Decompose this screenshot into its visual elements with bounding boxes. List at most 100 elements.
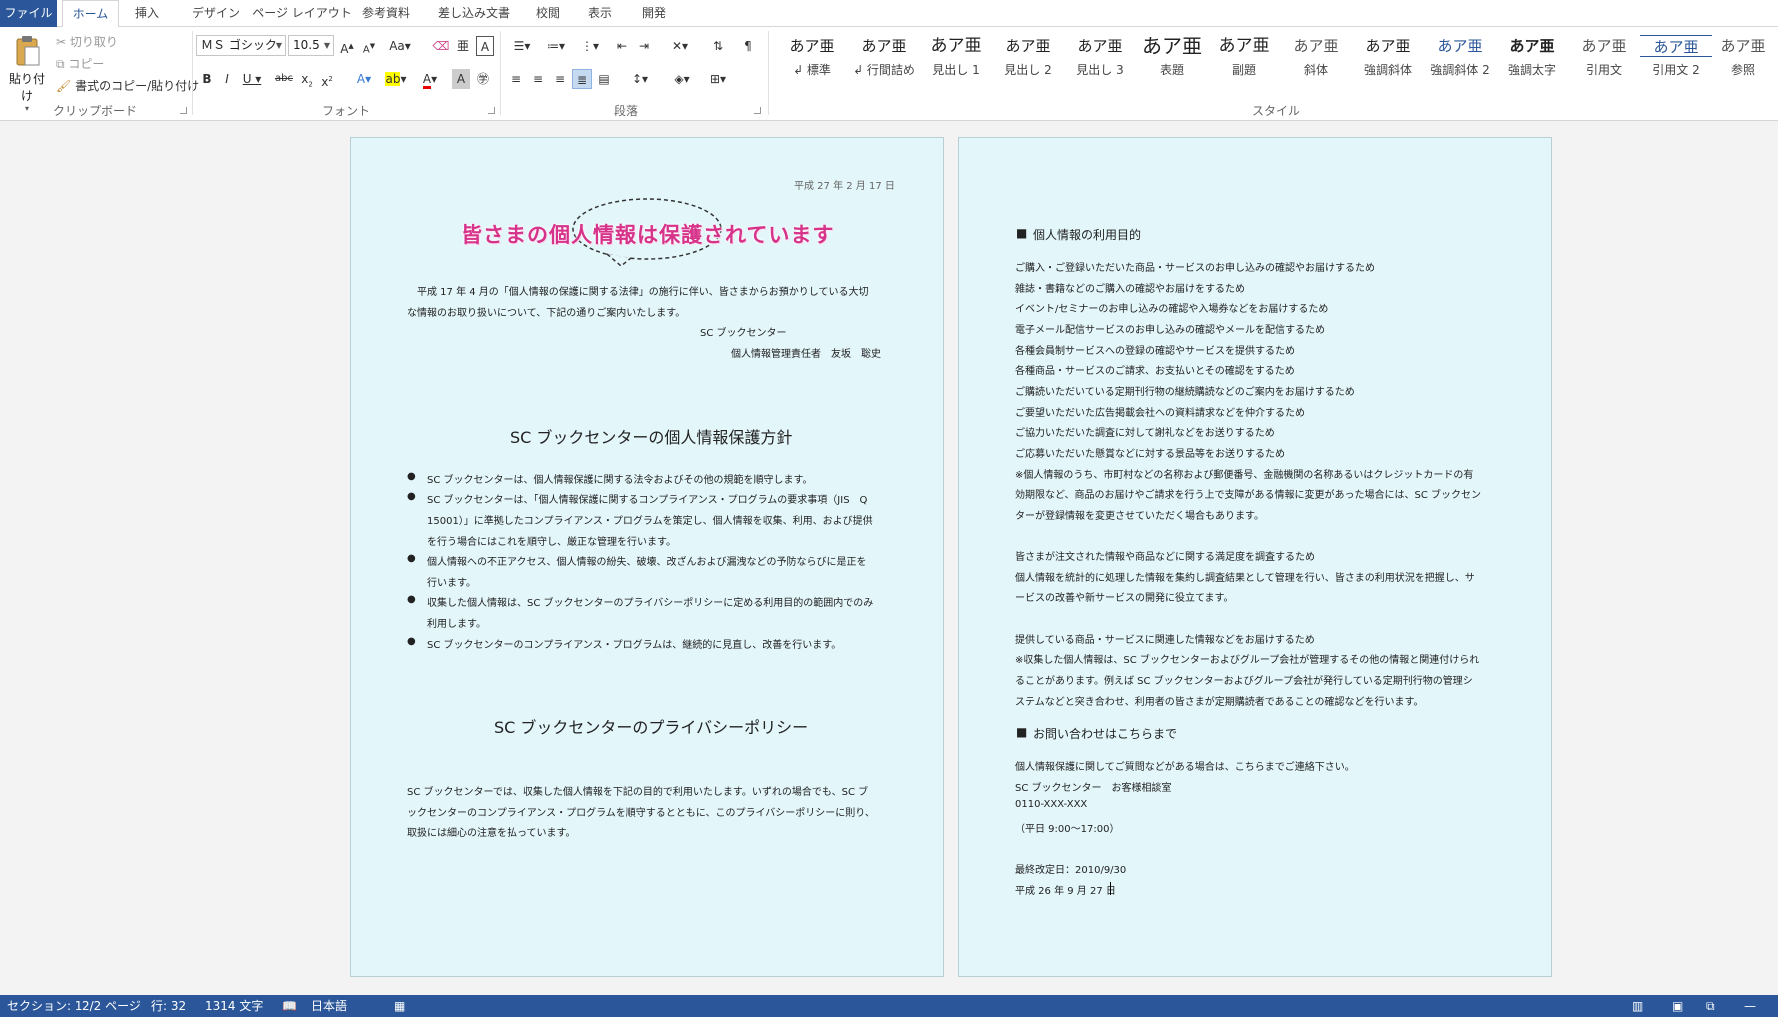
superscript-icon[interactable]: x2 — [318, 69, 336, 89]
style-sample: あア亜 — [1509, 37, 1555, 55]
policy-bullet: SC ブックセンターは、個人情報保護に関する法令およびその他の規範を順守します。 — [427, 475, 813, 486]
proofing-icon[interactable]: 📖 — [282, 995, 297, 1017]
policy-bullet: 個人情報への不正アクセス、個人情報の紛失、破壊、改ざんおよび漏洩などの予防ならび… — [427, 557, 867, 568]
status-language[interactable]: 日本語 — [311, 995, 347, 1017]
align-center-icon[interactable]: ≡ — [528, 69, 548, 89]
style-quote[interactable]: あア亜 引用文 — [1568, 29, 1640, 87]
style-intense-emphasis-1[interactable]: あア亜 強調斜体 — [1352, 29, 1424, 87]
font-name-combo[interactable]: ＭＳ ゴシック ▼ — [196, 35, 286, 56]
char-border-icon[interactable]: A — [476, 36, 494, 56]
subscript-icon[interactable]: x2 — [298, 69, 316, 89]
purpose-line: ※個人情報のうち、市町村などの名称および郵便番号、金融機関の名称あるいはクレジッ… — [1015, 470, 1474, 481]
style-name: 表題 — [1159, 63, 1184, 77]
bullet-dot: ● — [407, 636, 416, 647]
justify-icon[interactable]: ≣ — [572, 69, 592, 89]
style-intense-emphasis-2[interactable]: あア亜 強調斜体 2 — [1424, 29, 1496, 87]
contact-line: SC ブックセンター お客様相談室 — [1015, 783, 1172, 794]
font-size-combo[interactable]: 10.5 ▼ — [288, 35, 334, 56]
highlight-icon[interactable]: ab▾ — [382, 69, 410, 89]
intro-line: な情報のお取り扱いについて、下記の通りご案内いたします。 — [407, 308, 686, 319]
distributed-icon[interactable]: ▤ — [594, 69, 614, 89]
font-size-value: 10.5 — [293, 38, 320, 52]
multilevel-list-icon[interactable]: ⋮▾ — [574, 36, 606, 56]
status-page[interactable]: 2/2 ページ — [82, 995, 141, 1017]
style-name: 強調斜体 — [1363, 63, 1412, 77]
style-heading-1[interactable]: あア亜 見出し 1 — [920, 29, 992, 87]
read-mode-icon[interactable]: ▥ — [1632, 995, 1643, 1017]
style-strong[interactable]: あア亜 強調太字 — [1496, 29, 1568, 87]
status-line[interactable]: 行: 32 — [151, 995, 186, 1017]
tab-home[interactable]: ホーム — [62, 0, 119, 28]
italic-icon[interactable]: I — [218, 69, 236, 89]
style-heading-3[interactable]: あア亜 見出し 3 — [1064, 29, 1136, 87]
tab-file[interactable]: ファイル — [0, 0, 57, 27]
borders-icon[interactable]: ⊞▾ — [702, 69, 734, 89]
tab-mailings[interactable]: 差し込み文書 — [432, 0, 516, 27]
style-reference[interactable]: あア亜 参照 — [1712, 29, 1774, 87]
copy-button[interactable]: ⧉ コピー — [56, 55, 104, 72]
show-marks-icon[interactable]: ¶ — [738, 36, 758, 56]
numbering-icon[interactable]: ≔▾ — [540, 36, 572, 56]
document-page-2[interactable]: ■ 個人情報の利用目的 ご購入・ご登録いただいた商品・サービスのお申し込みの確認… — [958, 137, 1552, 977]
zoom-out-icon[interactable]: — — [1744, 995, 1756, 1017]
grow-font-icon[interactable]: A▲ — [338, 36, 356, 56]
font-launcher-icon[interactable] — [488, 107, 495, 114]
web-layout-icon[interactable]: ⧉ — [1706, 995, 1715, 1017]
tab-insert[interactable]: 挿入 — [124, 0, 170, 27]
tab-developer[interactable]: 開発 — [632, 0, 676, 27]
related-line: ることがあります。例えば SC ブックセンターおよびグループ会社が発行している定… — [1015, 676, 1473, 687]
tab-review[interactable]: 校閲 — [526, 0, 570, 27]
strikethrough-icon[interactable]: abc — [272, 69, 296, 89]
enclose-char-icon[interactable]: ㊫ — [474, 69, 492, 89]
style-heading-2[interactable]: あア亜 見出し 2 — [992, 29, 1064, 87]
satisfaction-line: ービスの改善や新サービスの開発に役立てます。 — [1015, 593, 1234, 604]
clear-format-icon[interactable]: ⌫ — [432, 36, 450, 56]
style-name: 強調斜体 2 — [1430, 63, 1490, 77]
tab-view[interactable]: 表示 — [578, 0, 622, 27]
status-section[interactable]: セクション: 1 — [7, 995, 83, 1017]
style-subtitle[interactable]: あア亜 副題 — [1208, 29, 1280, 87]
format-painter-button[interactable]: 🖌 書式のコピー/貼り付け — [56, 77, 199, 94]
shading-icon[interactable]: ◈▾ — [666, 69, 698, 89]
text-effects-icon[interactable]: A▾ — [350, 69, 378, 89]
font-color-icon[interactable]: A▾ — [416, 69, 444, 89]
bold-icon[interactable]: B — [198, 69, 216, 89]
document-page-1[interactable]: 平成 27 年 2 月 17 日 皆さまの個人情報は保護されています 平成 17… — [350, 137, 944, 977]
tab-design[interactable]: デザイン — [180, 0, 252, 27]
bullet-dot: ● — [407, 594, 416, 605]
underline-icon[interactable]: U ▾ — [238, 69, 266, 89]
scissors-icon: ✂ — [56, 35, 67, 49]
increase-indent-icon[interactable]: ⇥ — [634, 36, 654, 56]
status-word-count[interactable]: 1314 文字 — [205, 995, 263, 1017]
style-title[interactable]: あア亜 表題 — [1136, 29, 1208, 87]
tab-page-layout[interactable]: ページ レイアウト — [252, 0, 352, 27]
style-emphasis[interactable]: あア亜 斜体 — [1280, 29, 1352, 87]
paragraph-launcher-icon[interactable] — [754, 107, 761, 114]
macro-icon[interactable]: ▦ — [394, 995, 405, 1017]
align-right-icon[interactable]: ≡ — [550, 69, 570, 89]
style-no-spacing[interactable]: あア亜 ↲ 行間詰め — [848, 29, 920, 87]
print-layout-icon[interactable]: ▣ — [1672, 995, 1683, 1017]
clipboard-launcher-icon[interactable] — [180, 107, 187, 114]
style-sample: あア亜 — [1365, 37, 1411, 55]
style-name: ↲ 行間詰め — [853, 63, 915, 77]
style-normal[interactable]: あア亜 ↲ 標準 — [776, 29, 848, 87]
align-left-icon[interactable]: ≡ — [506, 69, 526, 89]
cut-button[interactable]: ✂ 切り取り — [56, 33, 118, 50]
privacy-body-line: ックセンターのコンプライアンス・プログラムを順守するとともに、このプライバシーポ… — [407, 808, 875, 819]
phonetic-guide-icon[interactable]: 亜 — [454, 36, 472, 56]
organization-name: SC ブックセンター — [700, 328, 787, 339]
change-case-icon[interactable]: Aa▾ — [386, 36, 414, 56]
line-spacing-icon[interactable]: ↕▾ — [624, 69, 656, 89]
decrease-indent-icon[interactable]: ⇤ — [612, 36, 632, 56]
bullets-icon[interactable]: ☰▾ — [506, 36, 538, 56]
char-shading-icon[interactable]: A — [452, 69, 470, 89]
sort-icon[interactable]: ⇅ — [708, 36, 728, 56]
style-sample: あア亜 — [1293, 37, 1339, 55]
shrink-font-icon[interactable]: A▼ — [360, 36, 378, 56]
asian-layout-icon[interactable]: ✕▾ — [664, 36, 696, 56]
tab-references[interactable]: 参考資料 — [352, 0, 420, 27]
paste-button[interactable]: 貼り付け ▾ — [4, 33, 50, 113]
separator — [768, 31, 769, 115]
style-intense-quote[interactable]: あア亜 引用文 2 — [1640, 29, 1712, 87]
